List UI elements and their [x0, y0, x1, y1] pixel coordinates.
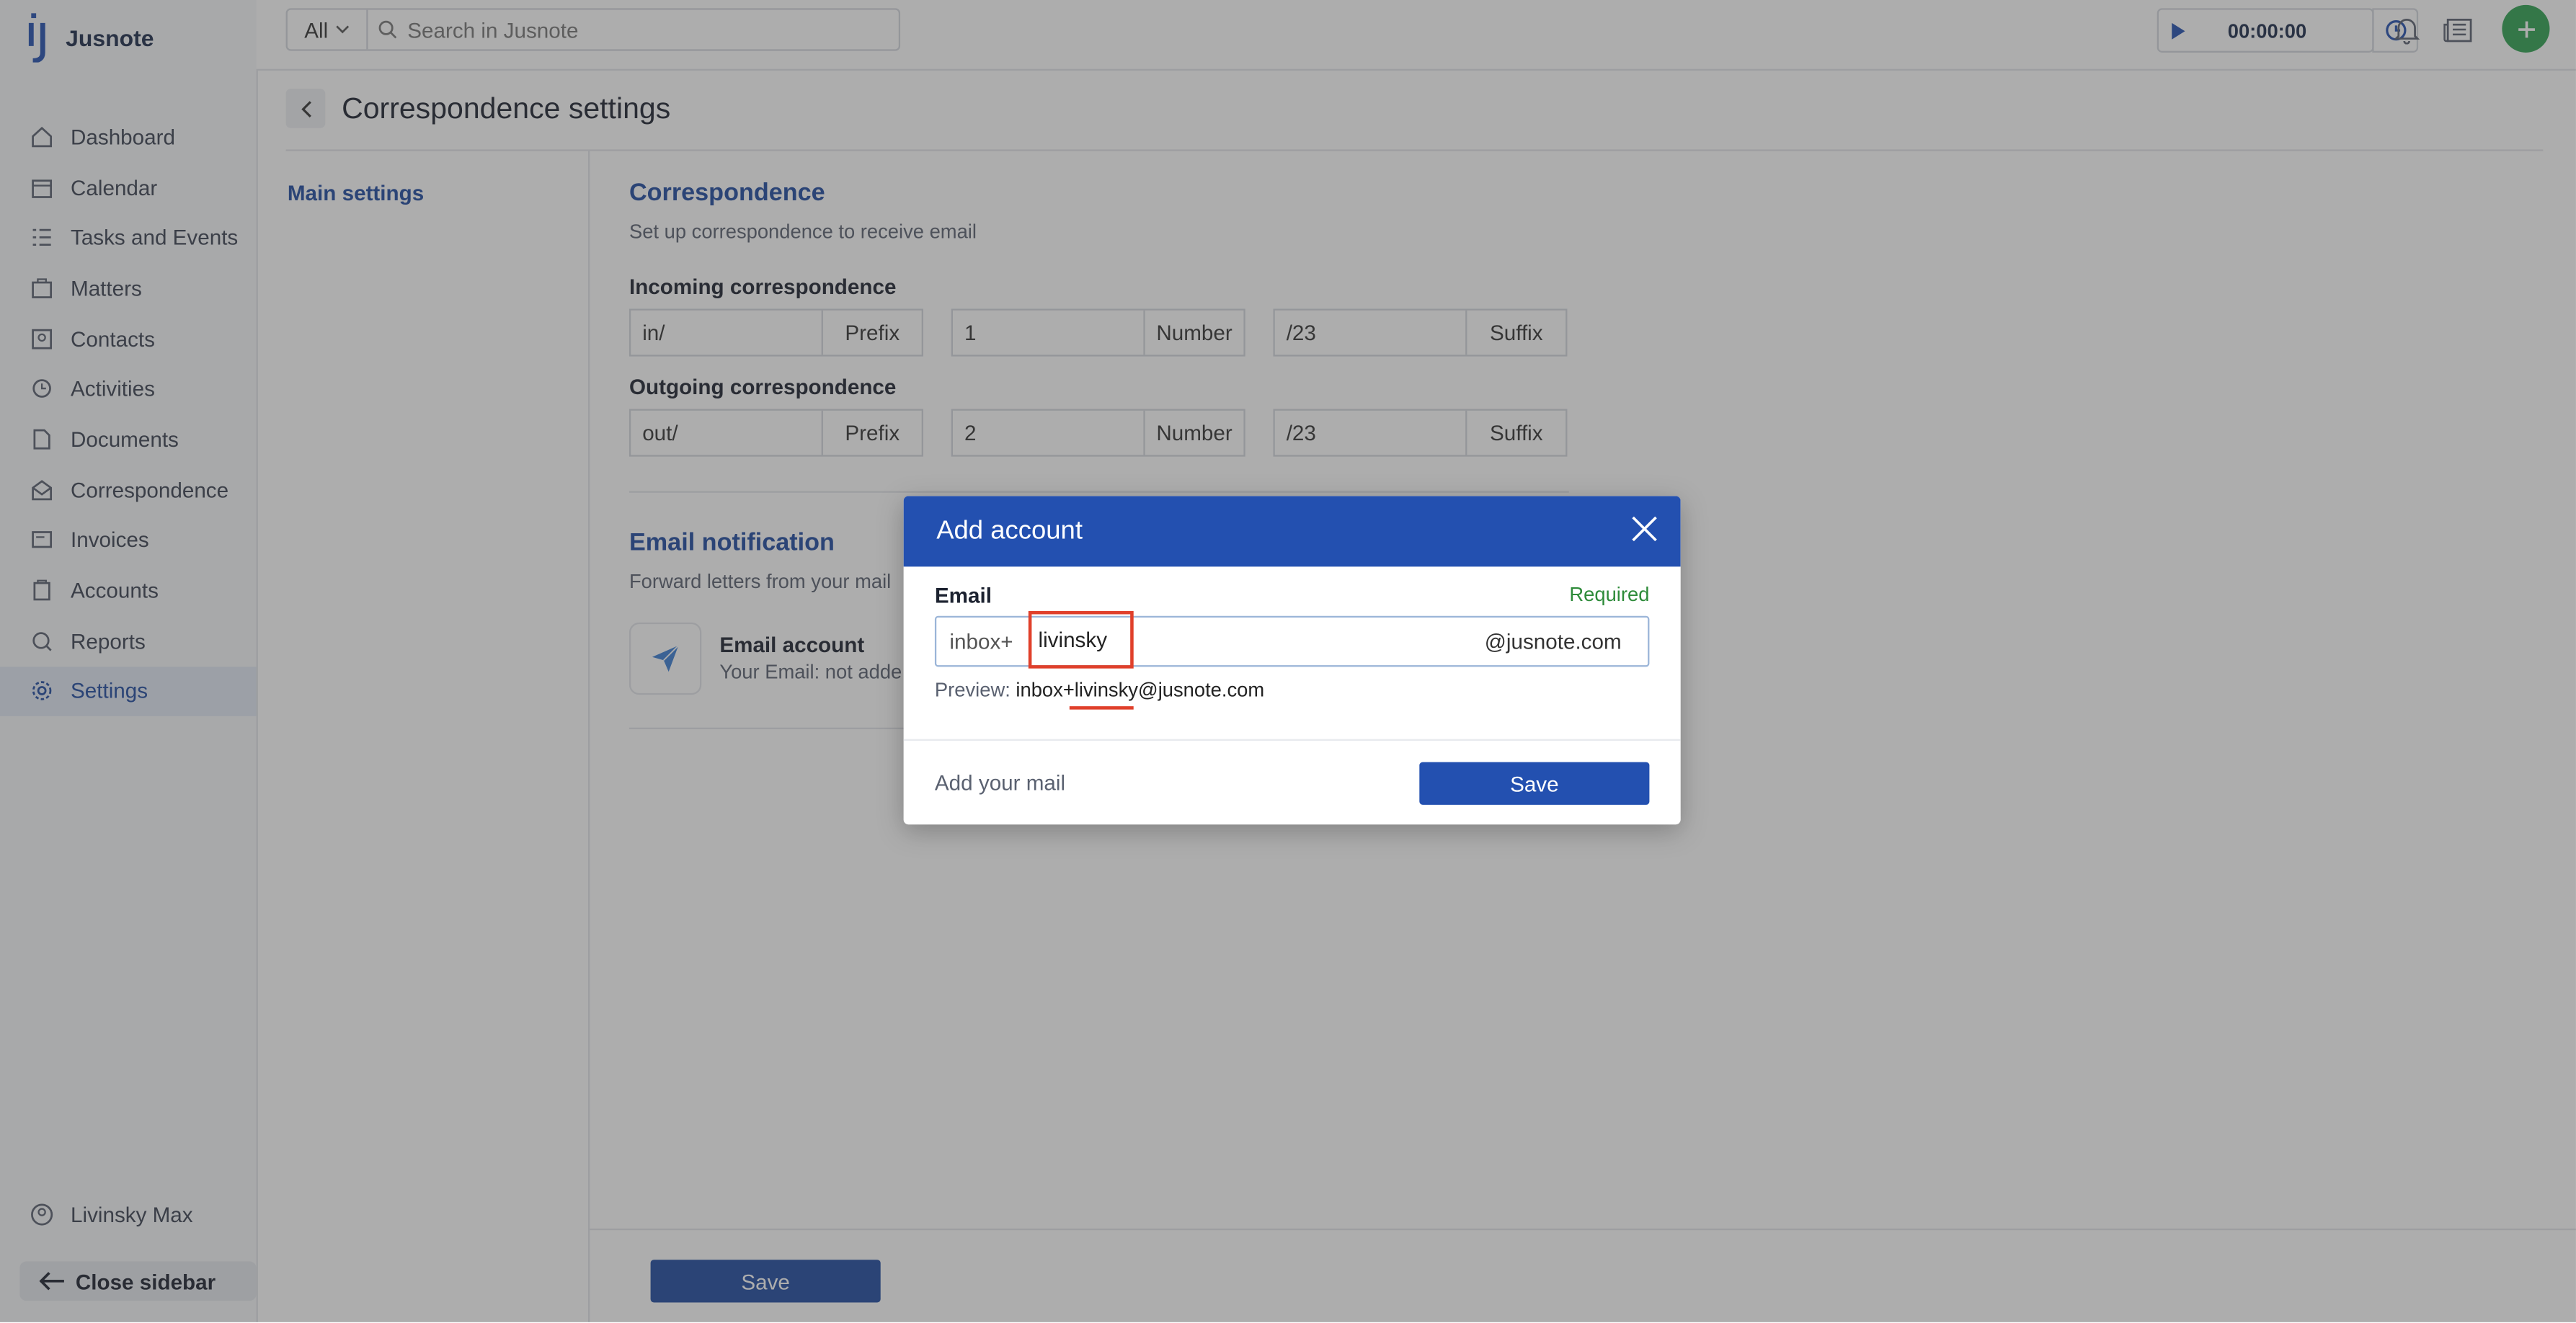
email-username-input[interactable]: livinsky — [1028, 610, 1134, 669]
email-domain: @jusnote.com — [1484, 628, 1622, 654]
modal-divider — [903, 739, 1681, 741]
preview-highlight-underline — [1069, 706, 1134, 710]
modal-title: Add account — [936, 516, 1083, 545]
email-preview: Preview: inbox+livinsky@jusnote.com — [935, 678, 1264, 701]
add-your-mail-link[interactable]: Add your mail — [935, 770, 1065, 795]
modal-save-button[interactable]: Save — [1419, 762, 1650, 805]
preview-label: Preview: — [934, 678, 1011, 702]
close-icon[interactable] — [1630, 514, 1659, 543]
modal-header: Add account — [903, 496, 1681, 567]
add-account-modal: Add account Email Required inbox+ livins… — [903, 496, 1681, 825]
app-root: Jusnote Dashboard Calendar Tasks and Eve… — [0, 0, 2576, 1322]
email-label: Email — [934, 583, 992, 608]
required-indicator: Required — [1569, 583, 1650, 607]
email-prefix: inbox+ — [949, 628, 1013, 654]
preview-value: inbox+livinsky@jusnote.com — [1016, 678, 1265, 702]
email-field[interactable]: inbox+ livinsky @jusnote.com — [934, 610, 1650, 669]
